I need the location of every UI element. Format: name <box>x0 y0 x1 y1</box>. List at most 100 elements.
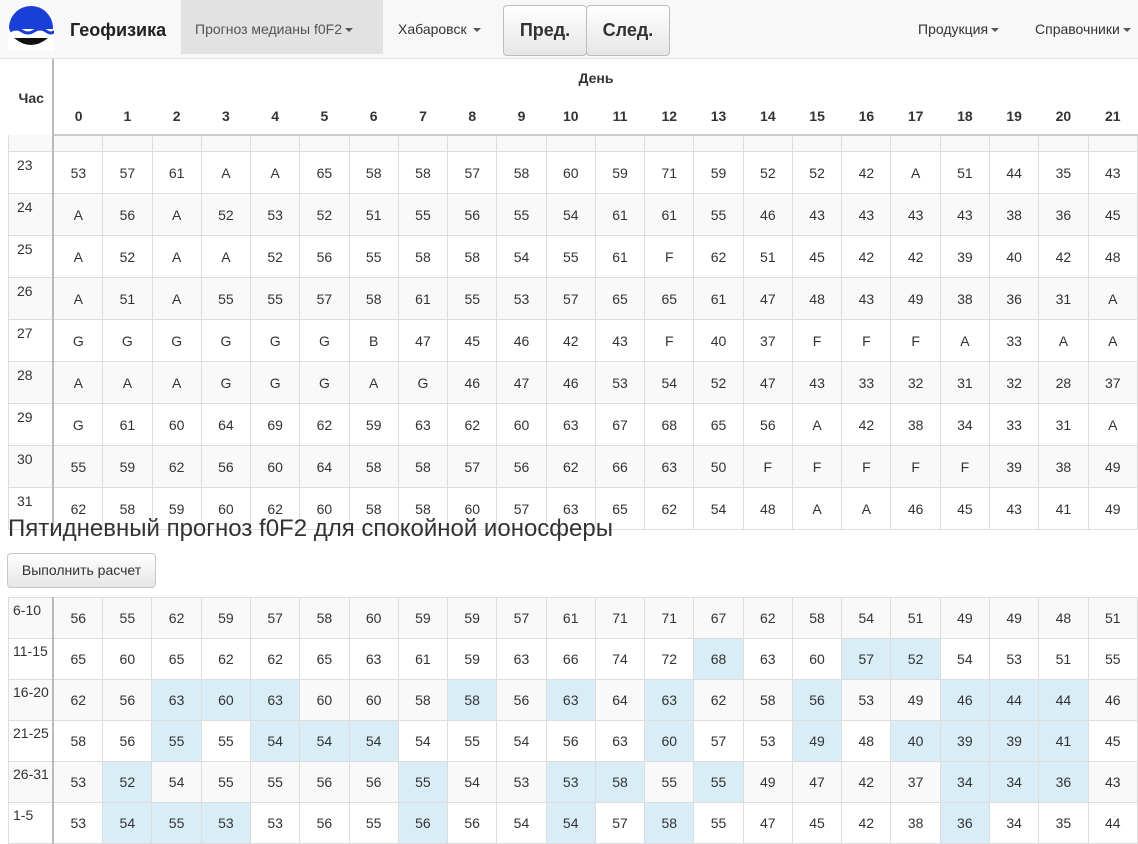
next-button[interactable]: След. <box>586 5 670 56</box>
run-calculation-button[interactable]: Выполнить расчет <box>7 553 156 588</box>
table-cell: 47 <box>742 277 793 320</box>
table-cell: 53 <box>496 277 547 320</box>
chevron-down-icon <box>991 28 1000 33</box>
products-menu-dropdown[interactable]: Продукция <box>904 0 1013 54</box>
table-cell: 62 <box>545 445 596 488</box>
table-cell <box>890 135 941 152</box>
table-cell: G <box>299 319 350 362</box>
table-cell <box>102 135 153 152</box>
table-cell: 55 <box>1087 638 1138 680</box>
table-cell: 53 <box>200 802 251 844</box>
table-cell: 52 <box>299 193 350 236</box>
table-cell: 49 <box>890 277 941 320</box>
table-cell: 55 <box>151 720 202 762</box>
day-number-header: 19 <box>989 97 1039 136</box>
geofizika-logo-icon[interactable] <box>8 5 54 51</box>
table-cell: 65 <box>151 638 202 680</box>
table-cell: 52 <box>200 193 252 236</box>
table-cell: 59 <box>447 597 498 639</box>
chevron-down-icon <box>345 28 353 33</box>
table-cell: A <box>890 151 941 194</box>
table-cell: 32 <box>989 361 1040 404</box>
table-cell: 55 <box>545 235 596 278</box>
table-cell: 40 <box>693 319 744 362</box>
table-cell: 42 <box>841 151 892 194</box>
table-cell <box>151 135 202 152</box>
table-cell: 51 <box>742 235 793 278</box>
table-cell: 54 <box>693 487 744 530</box>
table-cell: A <box>151 193 202 236</box>
table-cell: 54 <box>545 193 596 236</box>
table-cell: 34 <box>988 802 1040 844</box>
table-cell: 54 <box>249 720 301 762</box>
table-cell: 58 <box>742 679 793 721</box>
table-cell: 57 <box>496 597 547 639</box>
day-number-header: 10 <box>546 97 596 136</box>
table-cell: A <box>151 361 202 404</box>
day-number-header: 16 <box>841 97 891 136</box>
table-cell: 63 <box>397 403 449 446</box>
table-cell: 49 <box>791 720 843 762</box>
table-cell: 61 <box>102 403 153 446</box>
table-cell: F <box>791 319 843 362</box>
row-hour-label: 25 <box>8 235 55 278</box>
prev-button[interactable]: Пред. <box>503 5 587 56</box>
table-cell: F <box>890 319 941 362</box>
table-cell: 38 <box>890 802 941 844</box>
table-cell: 41 <box>1038 487 1089 530</box>
table-cell: 58 <box>791 597 843 639</box>
table-cell: 28 <box>1038 361 1089 404</box>
table-cell: 54 <box>299 720 350 762</box>
table-cell <box>200 135 252 152</box>
table-cell: 56 <box>742 403 793 446</box>
brand-title[interactable]: Геофизика <box>70 20 166 41</box>
day-number-header: 9 <box>496 97 547 136</box>
forecast-menu-dropdown[interactable]: Прогноз медианы f0F2 <box>181 0 383 54</box>
table-cell <box>742 135 793 152</box>
table-cell: 54 <box>496 802 547 844</box>
table-cell: F <box>791 445 843 488</box>
table-cell: 61 <box>644 193 695 236</box>
table-cell: 56 <box>52 597 104 639</box>
table-cell: 49 <box>742 761 793 803</box>
navbar: Геофизика Прогноз медианы f0F2 Хабаровск… <box>0 0 1138 59</box>
table-cell: 59 <box>348 403 399 446</box>
table-cell: 44 <box>1038 679 1089 721</box>
table-cell: 43 <box>791 193 843 236</box>
reference-menu-dropdown[interactable]: Справочники <box>1021 0 1131 54</box>
table-cell: 68 <box>693 638 744 680</box>
table-cell: F <box>939 445 991 488</box>
table-cell: 54 <box>151 761 202 803</box>
day-number-header: 5 <box>299 97 350 136</box>
table-cell: 63 <box>545 679 596 721</box>
table-cell: G <box>200 361 252 404</box>
table-cell: 55 <box>397 761 449 803</box>
day-number-header: 6 <box>349 97 399 136</box>
table-cell: 65 <box>644 277 695 320</box>
day-number-header: 18 <box>940 97 990 136</box>
table-cell <box>250 135 301 152</box>
monthly-table-container: Час День 0 1 2 3 4 5 6 7 8 9 10 11 12 13 14 15 16 17 18 19 2… <box>8 58 1138 530</box>
table-cell <box>52 135 104 152</box>
table-cell: 55 <box>644 761 695 803</box>
table-cell <box>299 135 350 152</box>
table-cell: 63 <box>151 679 202 721</box>
table-cell: 53 <box>988 638 1040 680</box>
table-cell: 43 <box>791 361 843 404</box>
station-menu-dropdown[interactable]: Хабаровск <box>384 0 495 54</box>
table-cell: 39 <box>989 445 1040 488</box>
table-cell: 55 <box>348 235 399 278</box>
table-cell: A <box>791 403 843 446</box>
row-period-label: 26-31 <box>8 761 55 803</box>
table-cell: 58 <box>447 679 498 721</box>
table-cell: 58 <box>299 597 350 639</box>
table-cell: 49 <box>939 597 990 639</box>
table-cell <box>841 135 892 152</box>
table-cell: 61 <box>397 638 449 680</box>
table-row: 24 A 56 A 52 53 52 51 55 56 55 54 61 61 55 46 43 43 43 43 38… <box>8 193 1138 236</box>
table-cell: 53 <box>52 802 104 844</box>
table-cell: 40 <box>890 720 941 762</box>
table-row: 30 55 59 62 56 60 64 58 58 57 56 62 66 63 50 F F F F F 39 38 4… <box>8 445 1138 488</box>
table-cell: 55 <box>496 193 547 236</box>
row-period-label: 16-20 <box>8 679 55 721</box>
